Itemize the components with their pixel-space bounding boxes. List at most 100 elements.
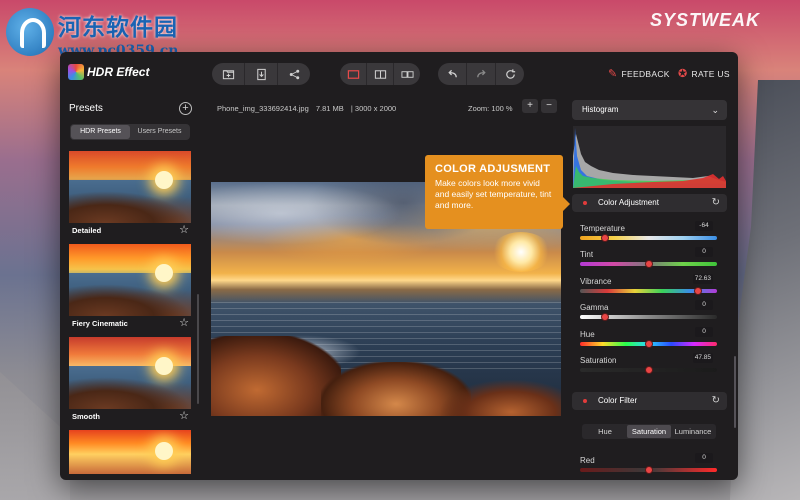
app-logo: HDR Effect: [68, 64, 149, 80]
slider-value[interactable]: 0: [695, 453, 713, 463]
star-badge-icon: ✪: [678, 68, 688, 80]
reset-icon: [505, 68, 515, 79]
favorite-star-icon[interactable]: ☆: [179, 409, 189, 422]
rate-us-button[interactable]: ✪ RATE US: [678, 67, 730, 80]
app-window: HDR Effect ✎ FEEDBACK ✪ RATE US Presets …: [60, 52, 738, 480]
rate-us-label: RATE US: [691, 68, 730, 79]
view-mode-group: [340, 63, 420, 85]
reset-button[interactable]: [496, 63, 524, 85]
adjustments-panel: Histogram ⌄ Color Adjustment ↻ Temperatu…: [571, 94, 738, 480]
separator: |: [350, 104, 353, 113]
slider-value[interactable]: 47.85: [692, 353, 713, 363]
tooltip-title: COLOR ADJUSMENT: [435, 163, 551, 175]
hue-slider[interactable]: Hue 0: [580, 327, 717, 348]
temperature-slider[interactable]: Temperature -64: [580, 221, 717, 242]
toolbar: HDR Effect ✎ FEEDBACK ✪ RATE US: [60, 52, 738, 94]
side-by-side-icon: [400, 70, 414, 78]
slider-knob[interactable]: [644, 466, 653, 474]
tab-hdr-presets[interactable]: HDR Presets: [71, 125, 130, 139]
zoom-controls: + −: [522, 99, 557, 113]
redo-button[interactable]: [467, 63, 496, 85]
single-view-icon: [347, 69, 359, 79]
section-active-dot: [583, 201, 587, 205]
preset-item[interactable]: Fiery Cinematic ☆: [69, 244, 191, 337]
split-view-button[interactable]: [367, 63, 394, 85]
redo-icon: [476, 69, 486, 77]
tab-luminance[interactable]: Luminance: [671, 425, 715, 438]
preset-item[interactable]: Smooth ☆: [69, 337, 191, 430]
desktop-brand-logo: SYSTWEAK: [649, 10, 760, 30]
feedback-button[interactable]: ✎ FEEDBACK: [608, 67, 670, 80]
chevron-down-icon: ⌄: [711, 105, 719, 115]
zoom-in-button[interactable]: +: [522, 99, 538, 113]
reset-icon[interactable]: ↻: [712, 392, 720, 410]
color-filter-header[interactable]: Color Filter ↻: [572, 392, 727, 410]
tab-users-presets[interactable]: Users Presets: [130, 125, 189, 139]
tint-slider[interactable]: Tint 0: [580, 247, 717, 268]
slider-knob[interactable]: [693, 287, 702, 295]
vibrance-slider[interactable]: Vibrance 72.63: [580, 274, 717, 295]
gamma-slider[interactable]: Gamma 0: [580, 300, 717, 321]
chat-icon: ✎: [608, 68, 618, 80]
single-view-button[interactable]: [340, 63, 367, 85]
slider-knob[interactable]: [600, 234, 609, 242]
share-button[interactable]: [278, 63, 310, 85]
slider-value[interactable]: 0: [695, 247, 713, 257]
slider-knob[interactable]: [644, 260, 653, 268]
slider-value[interactable]: 0: [695, 300, 713, 310]
tooltip-body: Make colors look more vivid and easily s…: [435, 178, 552, 210]
favorite-star-icon[interactable]: ☆: [179, 316, 189, 329]
color-adjustment-label: Color Adjustment: [598, 198, 659, 207]
slider-knob[interactable]: [600, 313, 609, 321]
app-logo-icon: [68, 64, 84, 80]
tab-hue[interactable]: Hue: [583, 425, 627, 438]
favorite-star-icon[interactable]: ☆: [179, 223, 189, 236]
preset-label: Detailed: [72, 226, 102, 235]
histogram-dropdown[interactable]: Histogram ⌄: [572, 100, 727, 120]
zoom-out-button[interactable]: −: [541, 99, 557, 113]
saturation-slider[interactable]: Saturation 47.85: [580, 353, 717, 374]
slider-knob[interactable]: [644, 340, 653, 348]
histogram-chart: [573, 126, 726, 188]
preset-item[interactable]: [69, 430, 191, 480]
desktop-wallpaper-mountain: [730, 80, 800, 500]
preset-label: Smooth: [72, 412, 100, 421]
add-preset-button[interactable]: +: [179, 102, 192, 115]
preset-label: Fiery Cinematic: [72, 319, 128, 328]
slider-value[interactable]: 72.63: [692, 274, 713, 284]
undo-button[interactable]: [438, 63, 467, 85]
presets-scrollbar[interactable]: [197, 294, 199, 404]
color-adjustment-header[interactable]: Color Adjustment ↻: [572, 194, 727, 212]
reset-icon[interactable]: ↻: [712, 194, 720, 212]
histogram-label: Histogram: [582, 105, 619, 114]
file-dimensions: 3000 x 2000: [354, 104, 397, 113]
tab-saturation[interactable]: Saturation: [627, 425, 671, 438]
preset-thumbnail: [69, 151, 191, 223]
presets-title: Presets: [69, 103, 103, 114]
watermark-title: 河东软件园: [58, 14, 178, 41]
presets-sidebar: Presets + HDR Presets Users Presets Deta…: [60, 94, 200, 480]
watermark-logo-icon: [6, 8, 54, 56]
preset-item[interactable]: Detailed ☆: [69, 151, 191, 244]
app-name: HDR Effect: [87, 65, 150, 79]
side-by-side-button[interactable]: [394, 63, 420, 85]
color-filter-tabs: Hue Saturation Luminance: [582, 424, 716, 439]
red-slider[interactable]: Red 0: [580, 453, 717, 474]
preset-thumbnail: [69, 430, 191, 474]
export-icon: [256, 68, 266, 80]
slider-knob[interactable]: [644, 366, 653, 374]
slider-value[interactable]: -64: [695, 221, 713, 231]
plus-icon: +: [182, 102, 189, 114]
panel-scrollbar[interactable]: [734, 356, 736, 428]
undo-icon: [447, 69, 457, 77]
preset-thumbnail: [69, 244, 191, 316]
open-file-button[interactable]: [212, 63, 245, 85]
file-button-group: [212, 63, 310, 85]
slider-value[interactable]: 0: [695, 327, 713, 337]
file-size: 7.81 MB: [315, 104, 344, 113]
zoom-level: Zoom: 100 %: [468, 104, 513, 113]
color-adjustment-tooltip: COLOR ADJUSMENT Make colors look more vi…: [425, 155, 570, 229]
export-button[interactable]: [245, 63, 278, 85]
preset-thumbnail: [69, 337, 191, 409]
presets-tab-switch: HDR Presets Users Presets: [70, 124, 190, 140]
